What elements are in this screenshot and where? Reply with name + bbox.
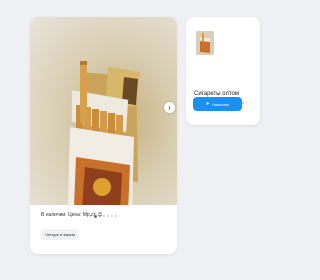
product-card: [30, 17, 177, 254]
note-button[interactable]: Четыре в заказе: [41, 229, 80, 240]
stock-info: В наличии: Цена: Мр.ст 😉: [41, 212, 103, 218]
pack-thumbnail-image: [196, 31, 214, 55]
write-button[interactable]: ➤ Написать: [193, 97, 242, 111]
product-photo[interactable]: [30, 17, 177, 205]
cigarette-pack-image: [68, 61, 140, 205]
gallery-dot[interactable]: [111, 215, 113, 217]
seller-thumbnail[interactable]: [196, 31, 214, 55]
chevron-right-icon: ›: [168, 102, 171, 112]
send-icon: ➤: [205, 101, 210, 107]
gallery-dot[interactable]: [103, 215, 105, 217]
gallery-dot[interactable]: [107, 215, 109, 217]
gallery-dot[interactable]: [115, 215, 117, 217]
next-image-button[interactable]: ›: [164, 102, 175, 113]
write-button-label: Написать: [211, 101, 230, 107]
